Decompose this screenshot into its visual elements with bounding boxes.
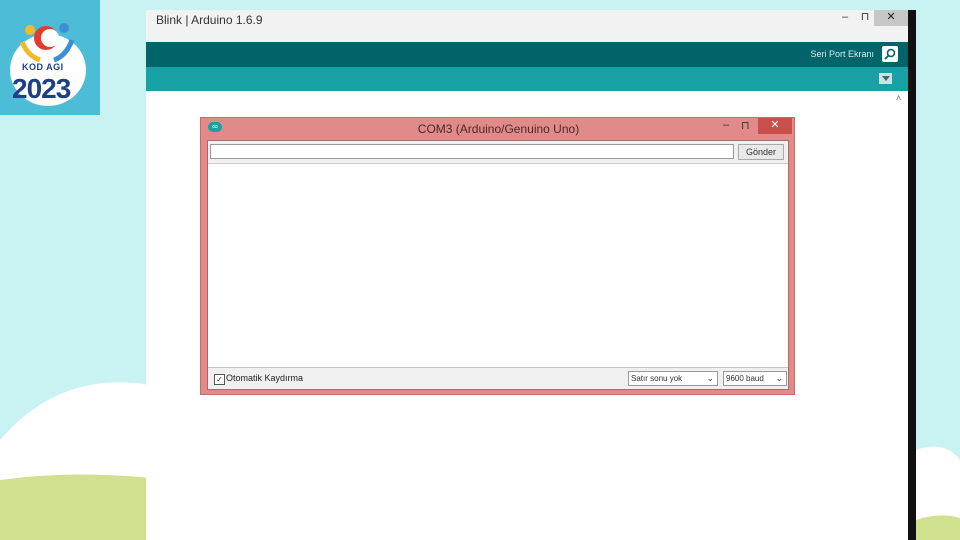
ide-window-edge: [908, 10, 916, 540]
ide-window-title: Blink | Arduino 1.6.9: [156, 13, 263, 27]
chevron-down-icon: ⌄: [775, 373, 783, 383]
kod-agi-logo: KOD AGI 2023: [0, 0, 100, 115]
line-ending-select[interactable]: Satır sonu yok ⌄: [628, 371, 718, 386]
ide-minimize-button[interactable]: ‒: [836, 10, 854, 26]
sm-maximize-button[interactable]: ⊓: [741, 119, 750, 132]
sm-minimize-button[interactable]: ‒: [723, 119, 729, 131]
sm-close-button[interactable]: ✕: [758, 118, 792, 134]
logo-year-text: 2023: [12, 73, 71, 104]
logo-kod-text: KOD AGI: [22, 62, 64, 72]
autoscroll-label: Otomatik Kaydırma: [226, 373, 304, 383]
serial-monitor-title: COM3 (Arduino/Genuino Uno): [417, 122, 580, 136]
ide-maximize-button[interactable]: ⊓: [856, 10, 874, 26]
baud-rate-select[interactable]: 9600 baud ⌄: [723, 371, 787, 386]
scroll-up-arrow[interactable]: ˄: [896, 93, 901, 103]
chevron-down-icon: ⌄: [706, 373, 714, 383]
serial-output-area[interactable]: [208, 163, 788, 367]
baud-rate-value: 9600 baud: [726, 374, 764, 383]
magnifier-icon: [884, 48, 896, 60]
serial-monitor-footer: ✓ Otomatik Kaydırma Satır sonu yok ⌄ 960…: [208, 367, 788, 389]
autoscroll-checkbox[interactable]: ✓: [214, 374, 225, 385]
tab-menu-dropdown-button[interactable]: [879, 73, 892, 84]
send-bar: Gönder: [208, 141, 788, 163]
serial-monitor-body: Gönder ✓ Otomatik Kaydırma Satır sonu yo…: [207, 140, 789, 390]
send-button[interactable]: Gönder: [738, 144, 784, 160]
line-ending-value: Satır sonu yok: [631, 374, 683, 383]
ide-tabbar: [146, 67, 908, 91]
serial-monitor-label: Seri Port Ekranı: [810, 49, 874, 59]
ide-titlebar: Blink | Arduino 1.6.9 ‒ ⊓ ✕: [146, 10, 908, 42]
ide-toolbar: Seri Port Ekranı: [146, 42, 908, 67]
serial-monitor-window: ∞ COM3 (Arduino/Genuino Uno) ‒ ⊓ ✕ Gönde…: [200, 117, 795, 395]
serial-monitor-button[interactable]: [882, 46, 898, 62]
ide-close-button[interactable]: ✕: [874, 10, 908, 26]
serial-input[interactable]: [210, 144, 734, 159]
